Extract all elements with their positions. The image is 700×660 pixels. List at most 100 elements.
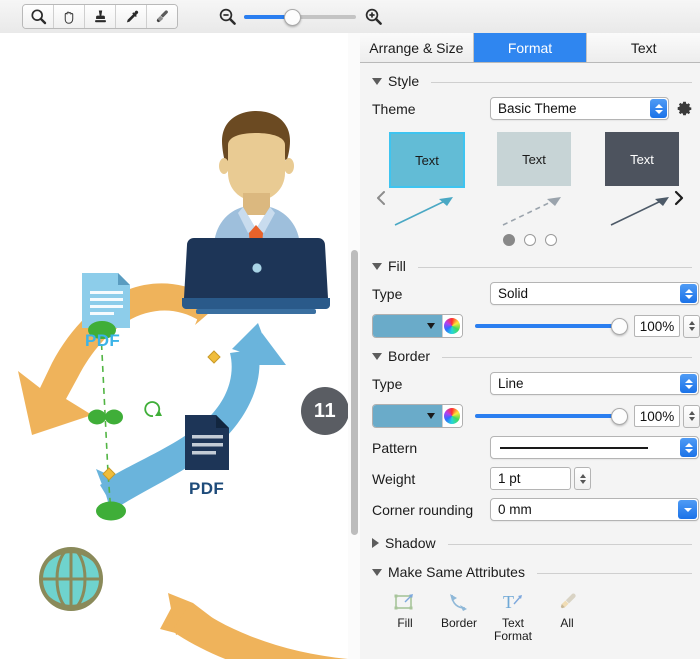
fill-opacity-handle[interactable] <box>611 318 628 335</box>
paintbrush-icon <box>154 8 171 25</box>
line-style-2[interactable] <box>497 192 569 230</box>
inspector-body: Style Theme Basic Theme Text Text Text F… <box>360 63 700 660</box>
carousel-dots <box>360 234 700 246</box>
page-count-badge[interactable]: 11 <box>301 387 348 435</box>
make-same-fill-button[interactable]: Fill <box>378 586 432 643</box>
tab-arrange-size[interactable]: Arrange & Size <box>360 33 474 62</box>
section-border-header[interactable]: Border <box>360 348 700 364</box>
line-style-3[interactable] <box>605 192 677 230</box>
border-color-swatch[interactable] <box>373 405 442 427</box>
zoom-slider-handle[interactable] <box>284 8 301 26</box>
chevron-down-icon[interactable] <box>678 500 697 519</box>
border-opacity-slider[interactable] <box>475 408 628 425</box>
corner-rounding-select[interactable]: 0 mm <box>490 498 699 521</box>
carousel-dot-3[interactable] <box>545 234 557 246</box>
zoom-slider[interactable] <box>244 8 356 26</box>
section-make-same-title: Make Same Attributes <box>388 564 525 580</box>
fill-type-select[interactable]: Solid <box>490 282 699 305</box>
format-inspector-panel: Arrange & Size Format Text Style Theme B… <box>360 33 700 659</box>
section-shadow-title: Shadow <box>385 535 436 551</box>
carousel-dot-2[interactable] <box>524 234 536 246</box>
fill-type-label: Type <box>372 285 403 302</box>
theme-swatch-3[interactable]: Text <box>605 132 679 186</box>
fill-color-picker[interactable] <box>372 314 463 338</box>
border-pattern-label: Pattern <box>372 439 418 456</box>
chevron-down-icon <box>426 413 435 419</box>
tab-format[interactable]: Format <box>473 33 588 62</box>
fill-opacity-value[interactable]: 100% <box>634 315 680 337</box>
theme-select[interactable]: Basic Theme <box>490 97 669 120</box>
border-opacity-value[interactable]: 100% <box>634 405 680 427</box>
chevron-updown-icon[interactable] <box>680 374 697 393</box>
chevron-down-icon <box>372 262 382 270</box>
fill-color-wheel-button[interactable] <box>441 315 462 337</box>
section-fill-title: Fill <box>388 258 406 274</box>
chevron-down-icon <box>372 352 382 360</box>
make-same-border-button[interactable]: Border <box>432 586 486 643</box>
border-type-select[interactable]: Line <box>490 372 699 395</box>
theme-swatch-2[interactable]: Text <box>497 132 571 186</box>
stamp-icon <box>92 8 109 25</box>
border-color-wheel-button[interactable] <box>441 405 462 427</box>
zoom-in-icon[interactable] <box>362 6 384 28</box>
zoom-tool-button[interactable] <box>23 5 54 28</box>
section-style-header[interactable]: Style <box>360 73 700 89</box>
border-opacity-stepper[interactable] <box>683 404 700 428</box>
chevron-updown-icon[interactable] <box>680 438 697 457</box>
fill-opacity-group: 100% <box>475 314 700 338</box>
hand-tool-button[interactable] <box>54 5 85 28</box>
carousel-dot-1[interactable] <box>503 234 515 246</box>
chevron-down-icon <box>372 77 382 85</box>
border-weight-stepper[interactable] <box>574 467 591 490</box>
make-same-text-format-button[interactable]: T Text Format <box>486 586 540 643</box>
make-same-text-format-label: Text Format <box>493 616 532 643</box>
fill-shape-icon <box>392 586 418 614</box>
canvas-vertical-scrollbar[interactable] <box>351 250 358 535</box>
border-weight-input[interactable]: 1 pt <box>490 467 571 490</box>
theme-carousel: Text Text Text <box>360 130 700 248</box>
gear-icon[interactable] <box>676 100 693 117</box>
section-divider <box>442 356 692 358</box>
chevron-down-icon <box>372 568 382 576</box>
theme-swatch-1[interactable]: Text <box>389 132 465 188</box>
chevron-left-icon[interactable] <box>374 188 388 208</box>
theme-value: Basic Theme <box>498 101 577 116</box>
chevron-updown-icon[interactable] <box>650 99 667 118</box>
theme-label: Theme <box>372 100 416 117</box>
hand-icon <box>61 8 78 25</box>
tab-text[interactable]: Text <box>587 33 700 62</box>
border-type-label: Type <box>372 375 403 392</box>
inspector-tabs: Arrange & Size Format Text <box>360 33 700 63</box>
border-arrow-icon <box>446 586 472 614</box>
line-style-1[interactable] <box>389 192 461 230</box>
border-opacity-group: 100% <box>475 404 700 428</box>
section-make-same-header[interactable]: Make Same Attributes <box>360 564 700 580</box>
section-style-title: Style <box>388 73 420 89</box>
fill-opacity-stepper[interactable] <box>683 314 700 338</box>
chevron-down-icon <box>426 323 435 329</box>
pdf-label-top: PDF <box>85 331 121 350</box>
fill-opacity-slider[interactable] <box>475 318 628 335</box>
section-fill-header[interactable]: Fill <box>360 258 700 274</box>
corner-rounding-value: 0 mm <box>498 502 532 517</box>
section-divider <box>447 543 692 545</box>
stamp-tool-button[interactable] <box>85 5 116 28</box>
drawing-canvas[interactable]: PDF PDF 11 <box>0 33 349 659</box>
top-toolbar <box>0 0 700 34</box>
paintbrush-icon <box>554 586 580 614</box>
zoom-out-icon[interactable] <box>216 6 238 28</box>
make-same-all-button[interactable]: All <box>540 586 594 643</box>
make-same-fill-label: Fill <box>397 616 413 630</box>
section-divider <box>431 81 692 83</box>
color-wheel-icon <box>444 318 461 334</box>
border-pattern-select[interactable] <box>490 436 699 459</box>
section-shadow-header[interactable]: Shadow <box>360 535 700 551</box>
fill-color-swatch[interactable] <box>373 315 442 337</box>
brush-tool-button[interactable] <box>147 5 177 28</box>
chevron-updown-icon[interactable] <box>680 284 697 303</box>
theme-row: Theme Basic Theme <box>360 97 700 120</box>
chevron-right-icon[interactable] <box>672 188 686 208</box>
border-opacity-handle[interactable] <box>611 408 628 425</box>
border-color-picker[interactable] <box>372 404 463 428</box>
eyedropper-tool-button[interactable] <box>116 5 147 28</box>
